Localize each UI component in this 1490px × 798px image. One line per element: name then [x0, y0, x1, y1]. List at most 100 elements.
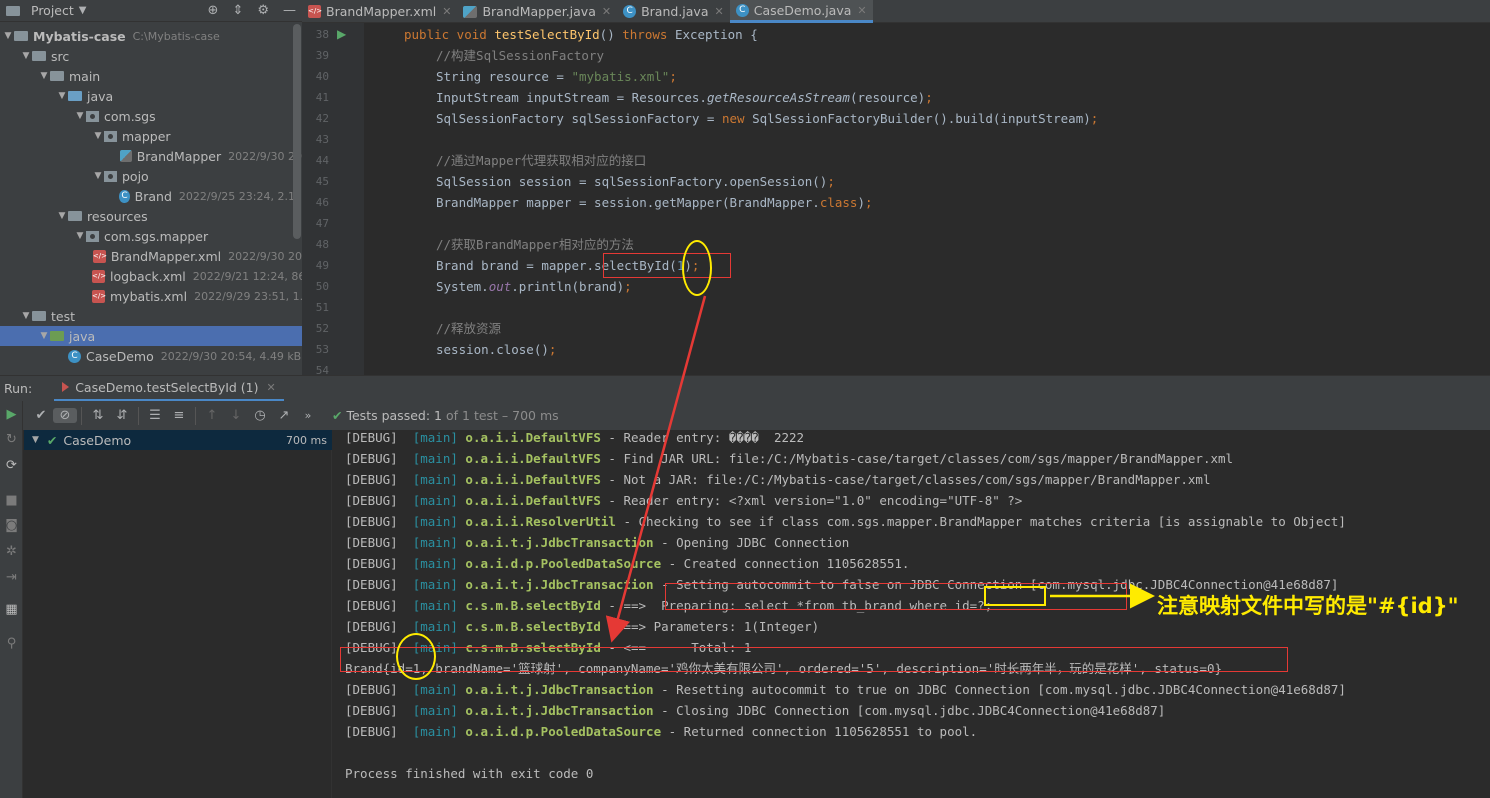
project-scrollbar[interactable]: [293, 24, 301, 239]
highlight-preparing-sql: [665, 583, 1127, 610]
log-message: - Closing JDBC Connection [com.mysql.jdb…: [653, 703, 1166, 718]
close-icon[interactable]: ✕: [715, 5, 724, 18]
project-tree-item[interactable]: C CaseDemo 2022/9/30 20:54, 4.49 kB: [0, 346, 302, 366]
test-tree-row[interactable]: ▼ ✔ CaseDemo 700 ms: [24, 430, 332, 450]
project-tree-item[interactable]: ▼ test: [0, 306, 302, 326]
highlight-brand-result: [340, 647, 1288, 672]
show-passed-icon[interactable]: ✔: [29, 408, 53, 423]
log-level: [DEBUG]: [345, 514, 413, 529]
project-panel-header: Project ▼ ⊕ ⇕ ⚙ —: [0, 0, 302, 22]
project-folder-icon: [6, 5, 20, 16]
sort-alphabetically-icon[interactable]: ⇅: [86, 408, 110, 423]
show-ignored-icon[interactable]: ⊘: [53, 408, 77, 423]
more-icon[interactable]: »: [296, 409, 320, 422]
project-tree-item[interactable]: </> logback.xml 2022/9/21 12:24, 866 B: [0, 266, 302, 286]
project-tree-item[interactable]: </> BrandMapper.xml 2022/9/30 20: [0, 246, 302, 266]
editor-tab[interactable]: C Brand.java ✕: [617, 0, 730, 23]
project-tree-label: mapper: [122, 128, 171, 144]
run-tab[interactable]: CaseDemo.testSelectById (1) ✕: [54, 376, 284, 402]
project-tree-label: com.sgs: [104, 108, 156, 124]
comment-method: //获取BrandMapper相对应的方法: [436, 237, 634, 252]
project-tree-item[interactable]: ▼ com.sgs.mapper: [0, 226, 302, 246]
project-tree-item[interactable]: ▼ pojo: [0, 166, 302, 186]
line-number: 51: [315, 301, 329, 314]
next-failed-icon[interactable]: ↓: [224, 408, 248, 423]
editor-tab[interactable]: C CaseDemo.java ✕: [729, 0, 873, 23]
project-tree-item[interactable]: ▼ mapper: [0, 126, 302, 146]
collapse-all-icon[interactable]: ≡: [167, 408, 191, 423]
run-test-gutter-icon[interactable]: ▶: [337, 27, 346, 41]
project-tree-item[interactable]: </> mybatis.xml 2022/9/29 23:51, 1.13 k: [0, 286, 302, 306]
expand-arrow-icon[interactable]: ▼: [74, 111, 86, 121]
passed-check-icon: ✔: [332, 408, 343, 423]
settings-icon[interactable]: ✲: [4, 544, 19, 559]
code-line-40: String resource = "mybatis.xml";: [436, 69, 677, 84]
locate-icon[interactable]: ⊕: [208, 3, 219, 18]
hide-icon[interactable]: —: [283, 3, 296, 18]
import-tests-icon[interactable]: ⇥: [4, 570, 19, 585]
editor-tab[interactable]: BrandMapper.java ✕: [457, 0, 617, 23]
test-duration: 700 ms: [286, 433, 327, 447]
code-line-53: session.close();: [436, 342, 557, 357]
stop-icon[interactable]: ■: [4, 493, 19, 508]
sort-by-duration-icon[interactable]: ⇵: [110, 408, 134, 423]
test-class-name: CaseDemo: [63, 432, 132, 448]
project-tree-item[interactable]: ▼ java: [0, 86, 302, 106]
log-logger: o.a.i.d.p.PooledDataSource: [465, 724, 662, 739]
log-thread: [main]: [412, 577, 466, 592]
expand-arrow-icon[interactable]: ▼: [56, 91, 68, 101]
test-run-icon: [62, 382, 70, 392]
project-tree-item[interactable]: ▼ main: [0, 66, 302, 86]
expand-arrow-icon[interactable]: ▼: [38, 331, 50, 341]
rerun-icon[interactable]: ▶: [4, 407, 19, 422]
toggle-auto-test-icon[interactable]: ⟳: [4, 458, 19, 473]
close-icon[interactable]: ✕: [602, 5, 611, 18]
project-tree-item[interactable]: ▼ src: [0, 46, 302, 66]
gear-icon[interactable]: ⚙: [257, 3, 269, 18]
close-icon[interactable]: ✕: [267, 381, 276, 394]
layout-icon[interactable]: ▦: [4, 602, 19, 617]
line-number: 50: [315, 280, 329, 293]
log-logger: o.a.i.i.DefaultVFS: [465, 430, 601, 445]
expand-arrow-icon[interactable]: ▼: [20, 311, 32, 321]
project-tree-meta: 2022/9/30 20:54, 4.49 kB: [160, 349, 302, 363]
project-tree-item[interactable]: ▼ java: [0, 326, 302, 346]
log-level: [DEBUG]: [345, 619, 413, 634]
package-icon: [86, 230, 99, 242]
pin-icon[interactable]: ⚲: [4, 636, 19, 651]
rerun-failed-icon[interactable]: ↻: [4, 432, 19, 447]
expand-arrow-icon[interactable]: ▼: [92, 131, 104, 141]
chevron-down-icon[interactable]: ▼: [79, 5, 87, 16]
expand-arrow-icon[interactable]: ▼: [56, 211, 68, 221]
project-tree-item[interactable]: ▼ Mybatis-case C:\Mybatis-case: [0, 26, 302, 46]
project-tree-item[interactable]: C Brand 2022/9/25 23:24, 2.11: [0, 186, 302, 206]
code-line-45: SqlSession session = sqlSessionFactory.o…: [436, 174, 835, 189]
code-line-46: BrandMapper mapper = session.getMapper(B…: [436, 195, 873, 210]
previous-failed-icon[interactable]: ↑: [200, 408, 224, 423]
export-results-icon[interactable]: ↗: [272, 408, 296, 423]
expand-arrow-icon[interactable]: ▼: [38, 71, 50, 81]
project-panel-title[interactable]: Project: [31, 3, 74, 18]
editor-tab[interactable]: </> BrandMapper.xml ✕: [302, 0, 457, 23]
project-tree-item[interactable]: ▼ com.sgs: [0, 106, 302, 126]
expand-all-icon[interactable]: ☰: [143, 408, 167, 423]
close-icon[interactable]: ✕: [857, 4, 866, 17]
test-history-icon[interactable]: ◷: [248, 408, 272, 423]
package-icon: [104, 130, 117, 142]
comment-release: //释放资源: [436, 321, 502, 336]
log-level: [DEBUG]: [345, 598, 413, 613]
project-tree-item[interactable]: BrandMapper 2022/9/30 20: [0, 146, 302, 166]
code-editor[interactable]: public void testSelectById() throws Exce…: [364, 23, 1490, 375]
collapse-all-icon[interactable]: ⇕: [232, 3, 243, 18]
log-logger: o.a.i.i.ResolverUtil: [465, 514, 616, 529]
expand-arrow-icon[interactable]: ▼: [74, 231, 86, 241]
console-line: [DEBUG] [main] o.a.i.i.DefaultVFS - Find…: [345, 448, 1233, 469]
expand-arrow-icon[interactable]: ▼: [2, 31, 14, 41]
expand-arrow-icon[interactable]: ▼: [92, 171, 104, 181]
log-thread: [main]: [412, 493, 466, 508]
camera-icon[interactable]: ◙: [4, 518, 19, 533]
expand-arrow-icon[interactable]: ▼: [20, 51, 32, 61]
project-tree-item[interactable]: ▼ resources: [0, 206, 302, 226]
expand-arrow-icon[interactable]: ▼: [32, 435, 39, 445]
close-icon[interactable]: ✕: [442, 5, 451, 18]
